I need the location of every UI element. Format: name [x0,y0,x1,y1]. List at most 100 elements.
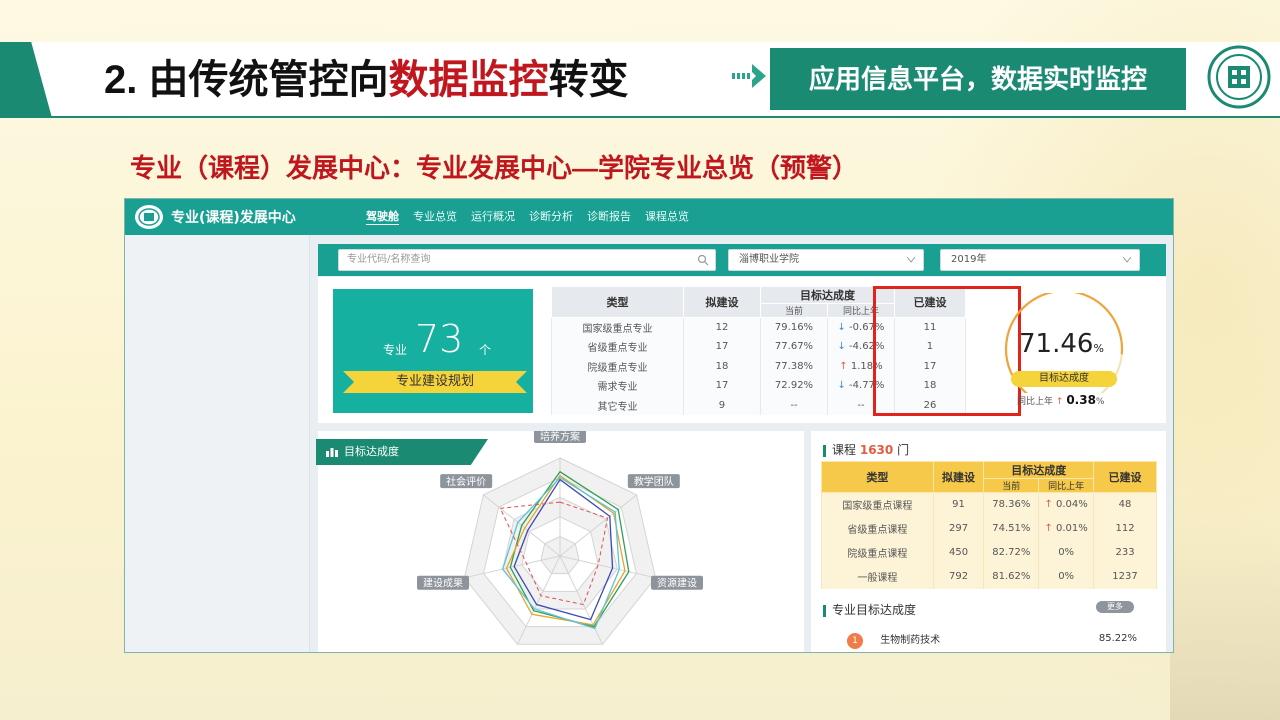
cell-built-text: 233 [1115,547,1135,558]
college-select[interactable]: 淄博职业学院 [728,249,924,271]
cell-planned-text: 297 [948,523,969,534]
year-select-value: 2019年 [951,254,987,265]
cell-type-text: 国家级重点课程 [842,501,913,513]
cell-built: 112 [1093,516,1157,541]
cell-planned-text: 12 [715,322,729,333]
arrow-down-icon: ↓ [837,380,850,392]
table-row: 国家级重点课程 91 78.36% ↑ 0.04% 48 [821,492,1157,517]
cell-yoy: ↑ 0.01% [1038,516,1095,541]
cell-current: 77.38% [760,356,828,376]
cell-type: 需求专业 [551,376,684,396]
course-title-prefix: 课程 [832,443,857,457]
cell-current: 72.92% [760,376,828,396]
course-unit: 门 [897,443,910,457]
list-item[interactable]: 1 生物制药技术 85.22% [847,631,1147,649]
col-current: 当前 [760,303,828,318]
radar-panel: 目标达成度 培养方案教学团队资源建设教学运行实践教学建设成果社会评价 [316,431,804,652]
arrow-up-icon: ↑ [1044,499,1057,511]
major-count-prefix: 专业 [383,343,408,357]
radar-axis-label: 社会评价 [446,475,486,488]
cell-current-text: 77.38% [774,360,814,372]
gauge-value-number: 71.46 [1019,329,1094,359]
campus-photo-decoration [1170,520,1280,720]
goal-item-value: 85.22% [1098,633,1137,644]
main-nav: 驾驶舱 专业总览 运行概况 诊断分析 诊断报告 课程总览 [359,199,696,235]
col-planned: 拟建设 [682,286,762,318]
nav-course-overview[interactable]: 课程总览 [638,199,696,235]
major-count-unit: 个 [479,343,492,357]
table-row: 一般课程 792 81.62% 0% 1237 [821,564,1157,589]
radar-axis-label: 资源建设 [657,577,697,590]
course-title: 课程 1630 门 [823,441,909,458]
course-col-planned: 拟建设 [932,461,985,493]
cell-current-text: 74.51% [992,523,1031,534]
cell-yoy-text: 0% [1058,547,1075,558]
cell-built-text: 48 [1118,499,1132,511]
course-col-yoy: 同比上年 [1038,478,1095,493]
radar-axis-label: 教学团队 [634,475,674,488]
cell-yoy-text: -- [857,399,865,411]
nav-dashboard[interactable]: 驾驶舱 [359,199,406,235]
cell-planned: 17 [682,376,762,396]
college-select-value: 淄博职业学院 [739,254,799,265]
cell-type: 院级重点专业 [551,356,684,376]
major-planning-button[interactable]: 专业建设规划 [343,371,527,393]
cell-type: 省级重点专业 [551,337,684,357]
gauge-yoy-value: 0.38 [1066,393,1096,407]
course-col-built: 已建设 [1093,461,1157,493]
cell-planned-text: 792 [948,571,969,582]
more-button[interactable]: 更多 [1096,601,1134,613]
nav-major-overview[interactable]: 专业总览 [406,199,464,235]
nav-operation-overview[interactable]: 运行概况 [464,199,522,235]
goal-item-name: 生物制药技术 [880,635,941,646]
goal-list-title-text: 专业目标达成度 [832,603,917,617]
arrow-down-icon: ↓ [837,341,850,353]
app-screenshot: 专业(课程)发展中心 驾驶舱 专业总览 运行概况 诊断分析 诊断报告 课程总览 … [124,198,1174,653]
cell-yoy: 0% [1038,540,1095,565]
gauge-label: 目标达成度 [1011,371,1117,387]
cell-type: 国家级重点课程 [821,492,934,517]
cell-planned-text: 17 [715,380,729,392]
col-type: 类型 [551,286,684,318]
cell-planned-text: 18 [715,360,729,372]
search-input[interactable]: 专业代码/名称查询 [338,249,716,271]
nav-diagnosis-report[interactable]: 诊断报告 [580,199,638,235]
cell-current: 79.16% [760,317,828,337]
radar-chart: 培养方案教学团队资源建设教学运行实践教学建设成果社会评价 [417,431,703,645]
cell-type: 一般课程 [821,564,934,589]
cell-current-text: 79.16% [774,322,814,333]
major-count-card: 专业 73 个 专业建设规划 [333,289,533,413]
cell-type: 院级重点课程 [821,540,934,565]
search-placeholder: 专业代码/名称查询 [347,254,431,265]
cell-current: 77.67% [760,337,828,357]
year-select[interactable]: 2019年 [940,249,1140,271]
cell-yoy: ↑ 0.04% [1038,492,1095,517]
radar-axis-label: 建设成果 [423,577,463,590]
nav-diagnosis-analysis[interactable]: 诊断分析 [522,199,580,235]
search-icon[interactable] [697,254,709,266]
cell-type-text: 院级重点课程 [847,549,908,560]
course-count: 1630 [859,443,894,457]
cell-current: -- [760,395,828,415]
cell-planned: 17 [682,337,762,357]
left-sidebar [125,235,310,652]
gauge-yoy: 同比上年 ↑ 0.38% [1017,393,1104,407]
arrow-right-icon [732,64,766,88]
cell-yoy: 0% [1038,564,1095,589]
gauge-yoy-unit: % [1095,397,1105,407]
cell-current: 81.62% [983,564,1040,589]
cell-type: 国家级重点专业 [551,317,684,337]
cell-current-text: 77.67% [774,341,814,353]
cell-built-text: 112 [1115,523,1135,534]
cell-yoy-text: 0.04% [1056,499,1088,511]
cell-type: 省级重点课程 [821,516,934,541]
arrow-up-icon: ↑ [1055,397,1064,407]
title-highlight: 数据监控 [388,58,549,102]
chevron-down-icon [1123,257,1131,263]
cell-type-text: 省级重点专业 [587,343,648,355]
table-row: 省级重点课程 297 74.51% ↑ 0.01% 112 [821,516,1157,541]
arrow-up-icon: ↑ [839,360,851,372]
course-col-type: 类型 [821,461,934,493]
title-suffix: 转变 [548,58,629,102]
cell-built: 1237 [1093,564,1157,589]
